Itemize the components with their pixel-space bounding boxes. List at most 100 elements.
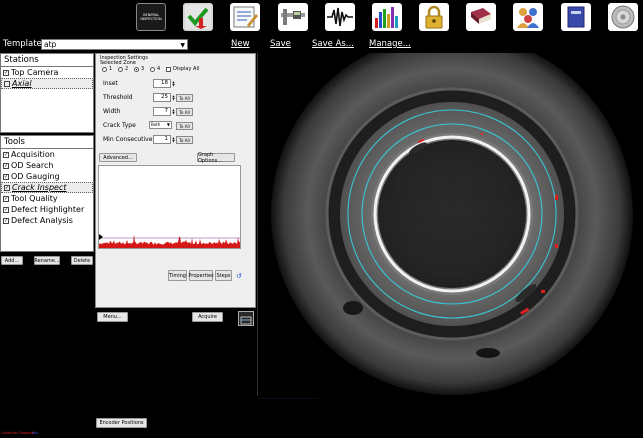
zone-radio-1[interactable]: 1 <box>102 66 112 72</box>
notepad-icon <box>233 6 258 28</box>
checkbox[interactable]: ✓ <box>3 195 9 202</box>
tool-item-defect-analysis[interactable]: ✓ Defect Analysis <box>1 215 93 226</box>
width-field[interactable]: 7 <box>153 107 171 116</box>
check-download-button[interactable] <box>183 3 213 31</box>
inset-field[interactable]: 18 <box>153 79 171 88</box>
add-tool-button[interactable]: Add... <box>1 256 23 265</box>
inspection-settings-panel: Inspection Settings Selected Zone 1 2 3 … <box>95 53 256 308</box>
crack-profile-plot <box>99 166 240 248</box>
crack-type-to-all-button[interactable]: To All <box>176 122 193 130</box>
users-icon <box>517 8 539 28</box>
menu-button[interactable]: Menu... <box>97 312 128 322</box>
zone-radio-4[interactable]: 4 <box>150 66 160 72</box>
bar-chart-button[interactable] <box>372 3 402 31</box>
new-link[interactable]: New <box>231 39 250 49</box>
tool-label: Crack Inspect <box>12 183 67 192</box>
acquire-button[interactable]: Acquire <box>192 312 223 322</box>
graph-options-button[interactable]: Graph Options... <box>197 152 235 164</box>
threshold-to-all-button[interactable]: To All <box>176 94 193 102</box>
defect-marker <box>555 195 558 200</box>
properties-button[interactable]: Properties <box>188 270 214 281</box>
tool-item-tool-quality[interactable]: ✓ Tool Quality <box>1 193 93 204</box>
checkbox[interactable]: ✓ <box>4 184 10 191</box>
tool-item-acquisition[interactable]: ✓ Acquisition <box>1 149 93 160</box>
checkbox[interactable]: ✓ <box>3 206 9 213</box>
help-icon[interactable]: ↺ <box>236 272 242 280</box>
checkbox[interactable]: ✓ <box>3 162 9 169</box>
status-bar: Controller Stopped Idle <box>0 428 643 438</box>
min-consecutive-field[interactable]: 1 <box>153 135 171 144</box>
delete-tool-button[interactable]: Delete <box>71 256 93 265</box>
save-as-link[interactable]: Save As... <box>312 39 354 49</box>
tool-item-crack-inspect[interactable]: ✓ Crack Inspect <box>1 182 93 193</box>
zone-label: 2 <box>125 66 129 72</box>
tools-panel: Tools ✓ Acquisition ✓ OD Search ✓ OD Gau… <box>0 135 94 252</box>
save-link[interactable]: Save <box>270 39 291 49</box>
min-consecutive-to-all-button[interactable]: To All <box>176 136 193 144</box>
zone-radio-3[interactable]: 3 <box>134 66 144 72</box>
disc-button[interactable] <box>608 3 638 31</box>
advanced-button[interactable]: Advanced... <box>99 153 137 162</box>
checkbox[interactable]: ✓ <box>3 151 9 158</box>
book-button[interactable] <box>466 3 496 31</box>
notepad-button[interactable] <box>230 3 260 31</box>
check-download-icon <box>185 5 211 29</box>
zone-label: 4 <box>157 66 161 72</box>
crack-profile-graph <box>98 165 241 249</box>
tool-item-od-gauging[interactable]: ✓ OD Gauging <box>1 171 93 182</box>
threshold-spinner[interactable]: ▲ ▼ <box>172 93 175 102</box>
checkbox-icon <box>166 66 171 72</box>
station-item-top-camera[interactable]: ✓ Top Camera <box>1 67 93 78</box>
camera-image <box>271 53 633 395</box>
manual-button[interactable] <box>561 3 591 31</box>
radio-icon <box>118 66 123 72</box>
width-to-all-button[interactable]: To All <box>176 108 193 116</box>
encoder-positions-button[interactable]: Encoder Positions <box>96 418 147 428</box>
rename-tool-button[interactable]: Rename... <box>34 256 60 265</box>
chevron-down-icon: ▼ <box>166 122 170 127</box>
tool-label: Acquisition <box>11 150 55 159</box>
tool-label: Defect Analysis <box>11 216 73 225</box>
waveform-button[interactable] <box>325 3 355 31</box>
checkbox[interactable]: ✓ <box>3 217 9 224</box>
lock-button[interactable] <box>419 3 449 31</box>
steps-button[interactable]: Steps <box>215 270 232 281</box>
tool-label: Defect Highlighter <box>11 205 85 214</box>
zone-radio-2[interactable]: 2 <box>118 66 128 72</box>
min-consecutive-spinner[interactable]: ▲ ▼ <box>172 135 175 144</box>
station-label: Top Camera <box>11 68 59 77</box>
controller-status: Controller Stopped <box>1 431 34 435</box>
inset-spinner[interactable]: ▲ ▼ <box>172 79 175 88</box>
crack-type-select[interactable]: Both ▼ <box>149 121 172 129</box>
snapshot-button[interactable] <box>238 311 254 326</box>
station-item-axial[interactable]: Axial <box>1 78 93 89</box>
checkbox[interactable]: ✓ <box>3 69 9 76</box>
tools-title: Tools <box>1 136 93 149</box>
tool-item-od-search[interactable]: ✓ OD Search <box>1 160 93 171</box>
defect-marker <box>541 290 545 293</box>
threshold-field[interactable]: 25 <box>153 93 171 102</box>
caliper-icon <box>281 9 305 25</box>
template-bar: Template: atp ▼ New Save Save As... Mana… <box>0 37 643 52</box>
surface-mark <box>476 348 500 358</box>
template-select[interactable]: atp ▼ <box>41 39 188 50</box>
waveform-icon <box>327 7 353 27</box>
bar-chart-icon <box>375 7 398 28</box>
manual-icon <box>567 6 585 28</box>
crack-type-value: Both <box>151 122 161 127</box>
timing-button[interactable]: Timing <box>168 270 187 281</box>
tool-item-defect-highlighter[interactable]: ✓ Defect Highlighter <box>1 204 93 215</box>
defect-marker <box>481 133 483 135</box>
zone-label: 1 <box>109 66 113 72</box>
manage-link[interactable]: Manage... <box>369 39 411 49</box>
checkbox[interactable] <box>4 80 10 87</box>
width-spinner[interactable]: ▲ ▼ <box>172 107 175 116</box>
caliper-button[interactable] <box>278 3 308 31</box>
main-toolbar: GENERAL INSPECTION <box>0 0 643 36</box>
camera-view[interactable] <box>257 53 643 396</box>
users-button[interactable] <box>513 3 543 31</box>
general-inspection-button[interactable]: GENERAL INSPECTION <box>136 3 166 31</box>
checkbox[interactable]: ✓ <box>3 173 9 180</box>
chevron-down-icon: ▼ <box>180 42 185 49</box>
display-all-checkbox[interactable]: Display All <box>166 66 199 72</box>
